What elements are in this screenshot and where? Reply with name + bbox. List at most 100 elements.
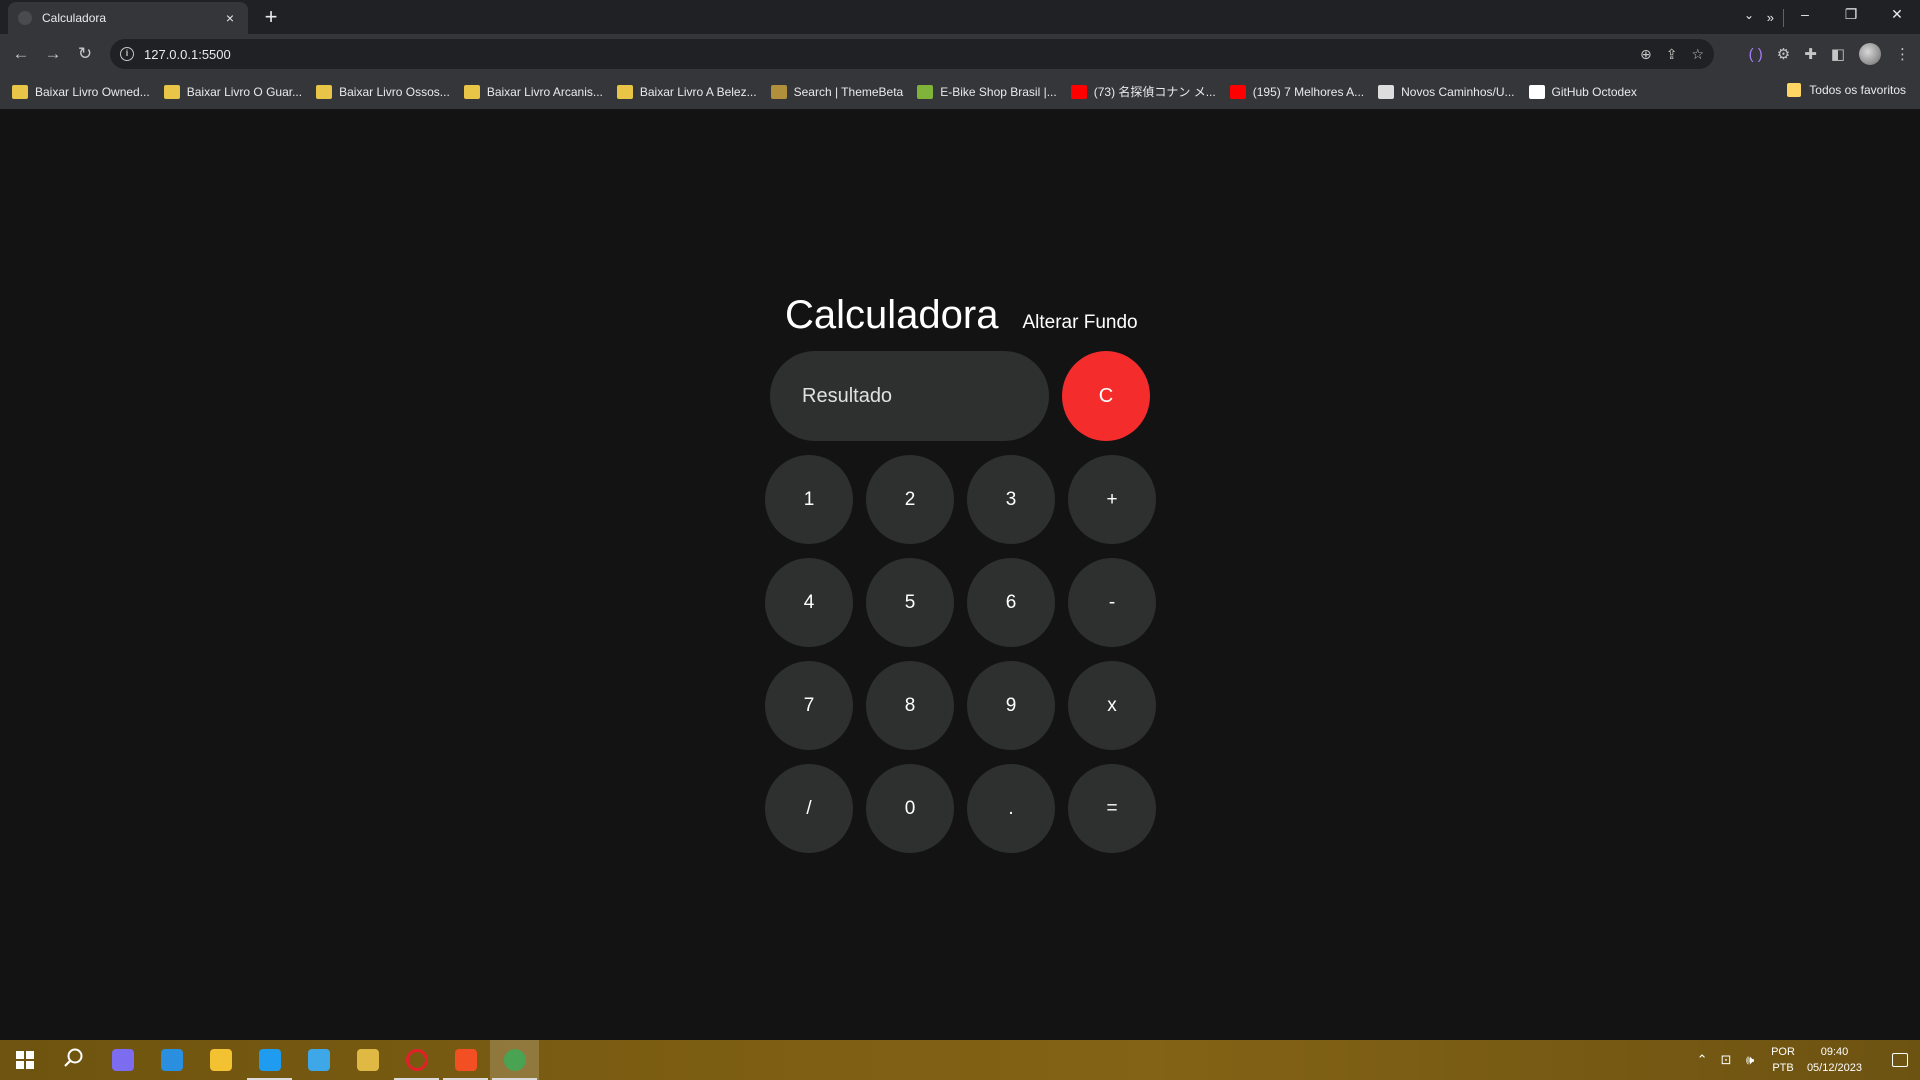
vscode-icon [258,1049,281,1071]
all-bookmarks-folder[interactable]: Todos os favoritos [1787,83,1906,97]
network-icon[interactable]: ⊡ [1715,1052,1737,1068]
browser-tab[interactable]: Calculadora × [8,2,248,34]
taskbar-app-button[interactable] [196,1040,245,1080]
bookmarks-overflow-icon[interactable]: » [1767,10,1774,25]
gear-icon[interactable]: ⚙ [1777,45,1790,63]
bookmark-item[interactable]: Baixar Livro Owned... [12,84,150,99]
store-icon [160,1049,183,1071]
notification-icon [1892,1053,1908,1067]
bookmark-favicon-icon [316,84,333,99]
key-button[interactable]: 5 [866,558,954,647]
chevron-up-icon[interactable]: ⌃ [1691,1052,1713,1068]
bookmark-item[interactable]: (73) 名探偵コナン メ... [1070,83,1216,100]
key-button[interactable]: - [1068,558,1156,647]
bookmark-label: Novos Caminhos/U... [1401,84,1515,99]
key-button[interactable]: = [1068,764,1156,853]
bookmark-item[interactable]: Search | ThemeBeta [770,84,903,99]
close-tab-icon[interactable]: × [222,10,238,26]
result-display[interactable]: Resultado [770,351,1049,441]
taskbar-app-button[interactable] [490,1040,539,1080]
bookmark-item[interactable]: Baixar Livro Arcanis... [463,84,603,99]
reload-button[interactable]: ↻ [72,41,98,67]
bookmark-label: Baixar Livro Ossos... [339,84,450,99]
toggle-background-button[interactable]: Alterar Fundo [1022,312,1137,334]
page-title: Calculadora [785,293,999,337]
extension-icons: ( ) ⚙ ✚ ◧ ⋮ [1749,41,1910,67]
star-icon[interactable]: ☆ [1691,46,1704,63]
bookmark-item[interactable]: E-Bike Shop Brasil |... [917,84,1057,99]
system-tray: ⌃ ⊡ 🕪 POR PTB 09:40 05/12/2023 [1691,1040,1920,1080]
taskbar: ⌃ ⊡ 🕪 POR PTB 09:40 05/12/2023 [0,1040,1920,1080]
volume-icon[interactable]: 🕪 [1739,1052,1761,1068]
chevron-down-icon[interactable]: ⌄ [1726,0,1772,30]
bookmark-item[interactable]: Baixar Livro A Belez... [616,84,757,99]
keypad: 1 2 3 +4 5 6- 7 8 9 x /0. = [765,455,1156,853]
key-button[interactable]: 0 [866,764,954,853]
key-button[interactable]: 1 [765,455,853,544]
minimize-button[interactable]: – [1782,0,1828,30]
bookmark-item[interactable]: Baixar Livro Ossos... [316,84,450,99]
extension-bracket-icon[interactable]: ( ) [1749,46,1763,63]
clock-date: 05/12/2023 [1806,1062,1862,1074]
bookmark-item[interactable]: Baixar Livro O Guar... [163,84,303,99]
taskbar-app-button[interactable] [147,1040,196,1080]
language-indicator[interactable]: POR PTB [1771,1044,1795,1076]
key-button[interactable]: 8 [866,661,954,750]
key-button[interactable]: x [1068,661,1156,750]
bookmark-label: Baixar Livro O Guar... [186,84,303,99]
window-controls: – ❐ ✕ [1782,0,1920,30]
taskbar-app-button[interactable] [245,1040,294,1080]
clear-button[interactable]: C [1062,351,1150,441]
zoom-icon[interactable]: ⊕ [1640,46,1652,63]
avatar[interactable] [1859,43,1881,65]
key-button[interactable]: . [967,764,1055,853]
notifications-button[interactable] [1880,1040,1920,1080]
bookmark-label: E-Bike Shop Brasil |... [940,84,1057,99]
address-bar[interactable]: i 127.0.0.1:5500 ⊕ ⇪ ☆ [110,39,1714,69]
taskbar-app-button[interactable] [343,1040,392,1080]
back-button[interactable]: ← [8,41,34,67]
bookmark-item[interactable]: GitHub Octodex [1528,84,1637,99]
forward-button[interactable]: → [40,41,66,67]
key-button[interactable]: 3 [967,455,1055,544]
address-url[interactable]: 127.0.0.1:5500 [144,47,231,62]
puzzle-icon[interactable]: ✚ [1804,45,1817,63]
taskbar-app-button[interactable] [441,1040,490,1080]
taskbar-app-button[interactable] [392,1040,441,1080]
share-icon[interactable]: ⇪ [1666,46,1678,63]
taskbar-app-button[interactable] [294,1040,343,1080]
start-button[interactable] [0,1040,49,1080]
key-button[interactable]: + [1068,455,1156,544]
copilot-icon [111,1049,134,1071]
taskbar-app-button[interactable] [98,1040,147,1080]
bookmark-item[interactable]: Novos Caminhos/U... [1378,84,1515,99]
key-button[interactable]: / [765,764,853,853]
info-icon[interactable]: i [120,47,134,61]
key-button[interactable]: 2 [866,455,954,544]
bookmark-label: (195) 7 Melhores A... [1252,84,1365,99]
bookmark-favicon-icon [616,84,633,99]
menu-icon[interactable]: ⋮ [1895,45,1910,63]
calculator-header: Calculadora Alterar Fundo [785,293,1138,338]
bookmark-favicon-icon [1070,84,1087,99]
key-button[interactable]: 4 [765,558,853,647]
clock[interactable]: 09:40 05/12/2023 [1807,1044,1862,1076]
globe-icon [18,11,32,25]
bookmark-item[interactable]: (195) 7 Melhores A... [1229,84,1365,99]
bookmark-favicon-icon [1229,84,1246,99]
tab-title: Calculadora [42,11,107,25]
close-window-button[interactable]: ✕ [1874,0,1920,30]
key-button[interactable]: 7 [765,661,853,750]
restore-button[interactable]: ❐ [1828,0,1874,30]
page-content: Calculadora Alterar Fundo Resultado C 12… [0,109,1920,1040]
browser-toolbar: ← → ↻ i 127.0.0.1:5500 ⊕ ⇪ ☆ ( ) ⚙ ✚ ◧ ⋮ [0,34,1920,74]
taskbar-app-button[interactable] [49,1040,98,1080]
key-button[interactable]: 9 [967,661,1055,750]
omnibox-actions: ⊕ ⇪ ☆ [1640,39,1704,69]
bookmark-favicon-icon [1378,84,1395,99]
bookmark-label: Baixar Livro Arcanis... [486,84,603,99]
new-tab-button[interactable]: + [258,4,284,30]
bookmark-favicon-icon [163,84,180,99]
sidepanel-icon[interactable]: ◧ [1831,45,1845,63]
key-button[interactable]: 6 [967,558,1055,647]
